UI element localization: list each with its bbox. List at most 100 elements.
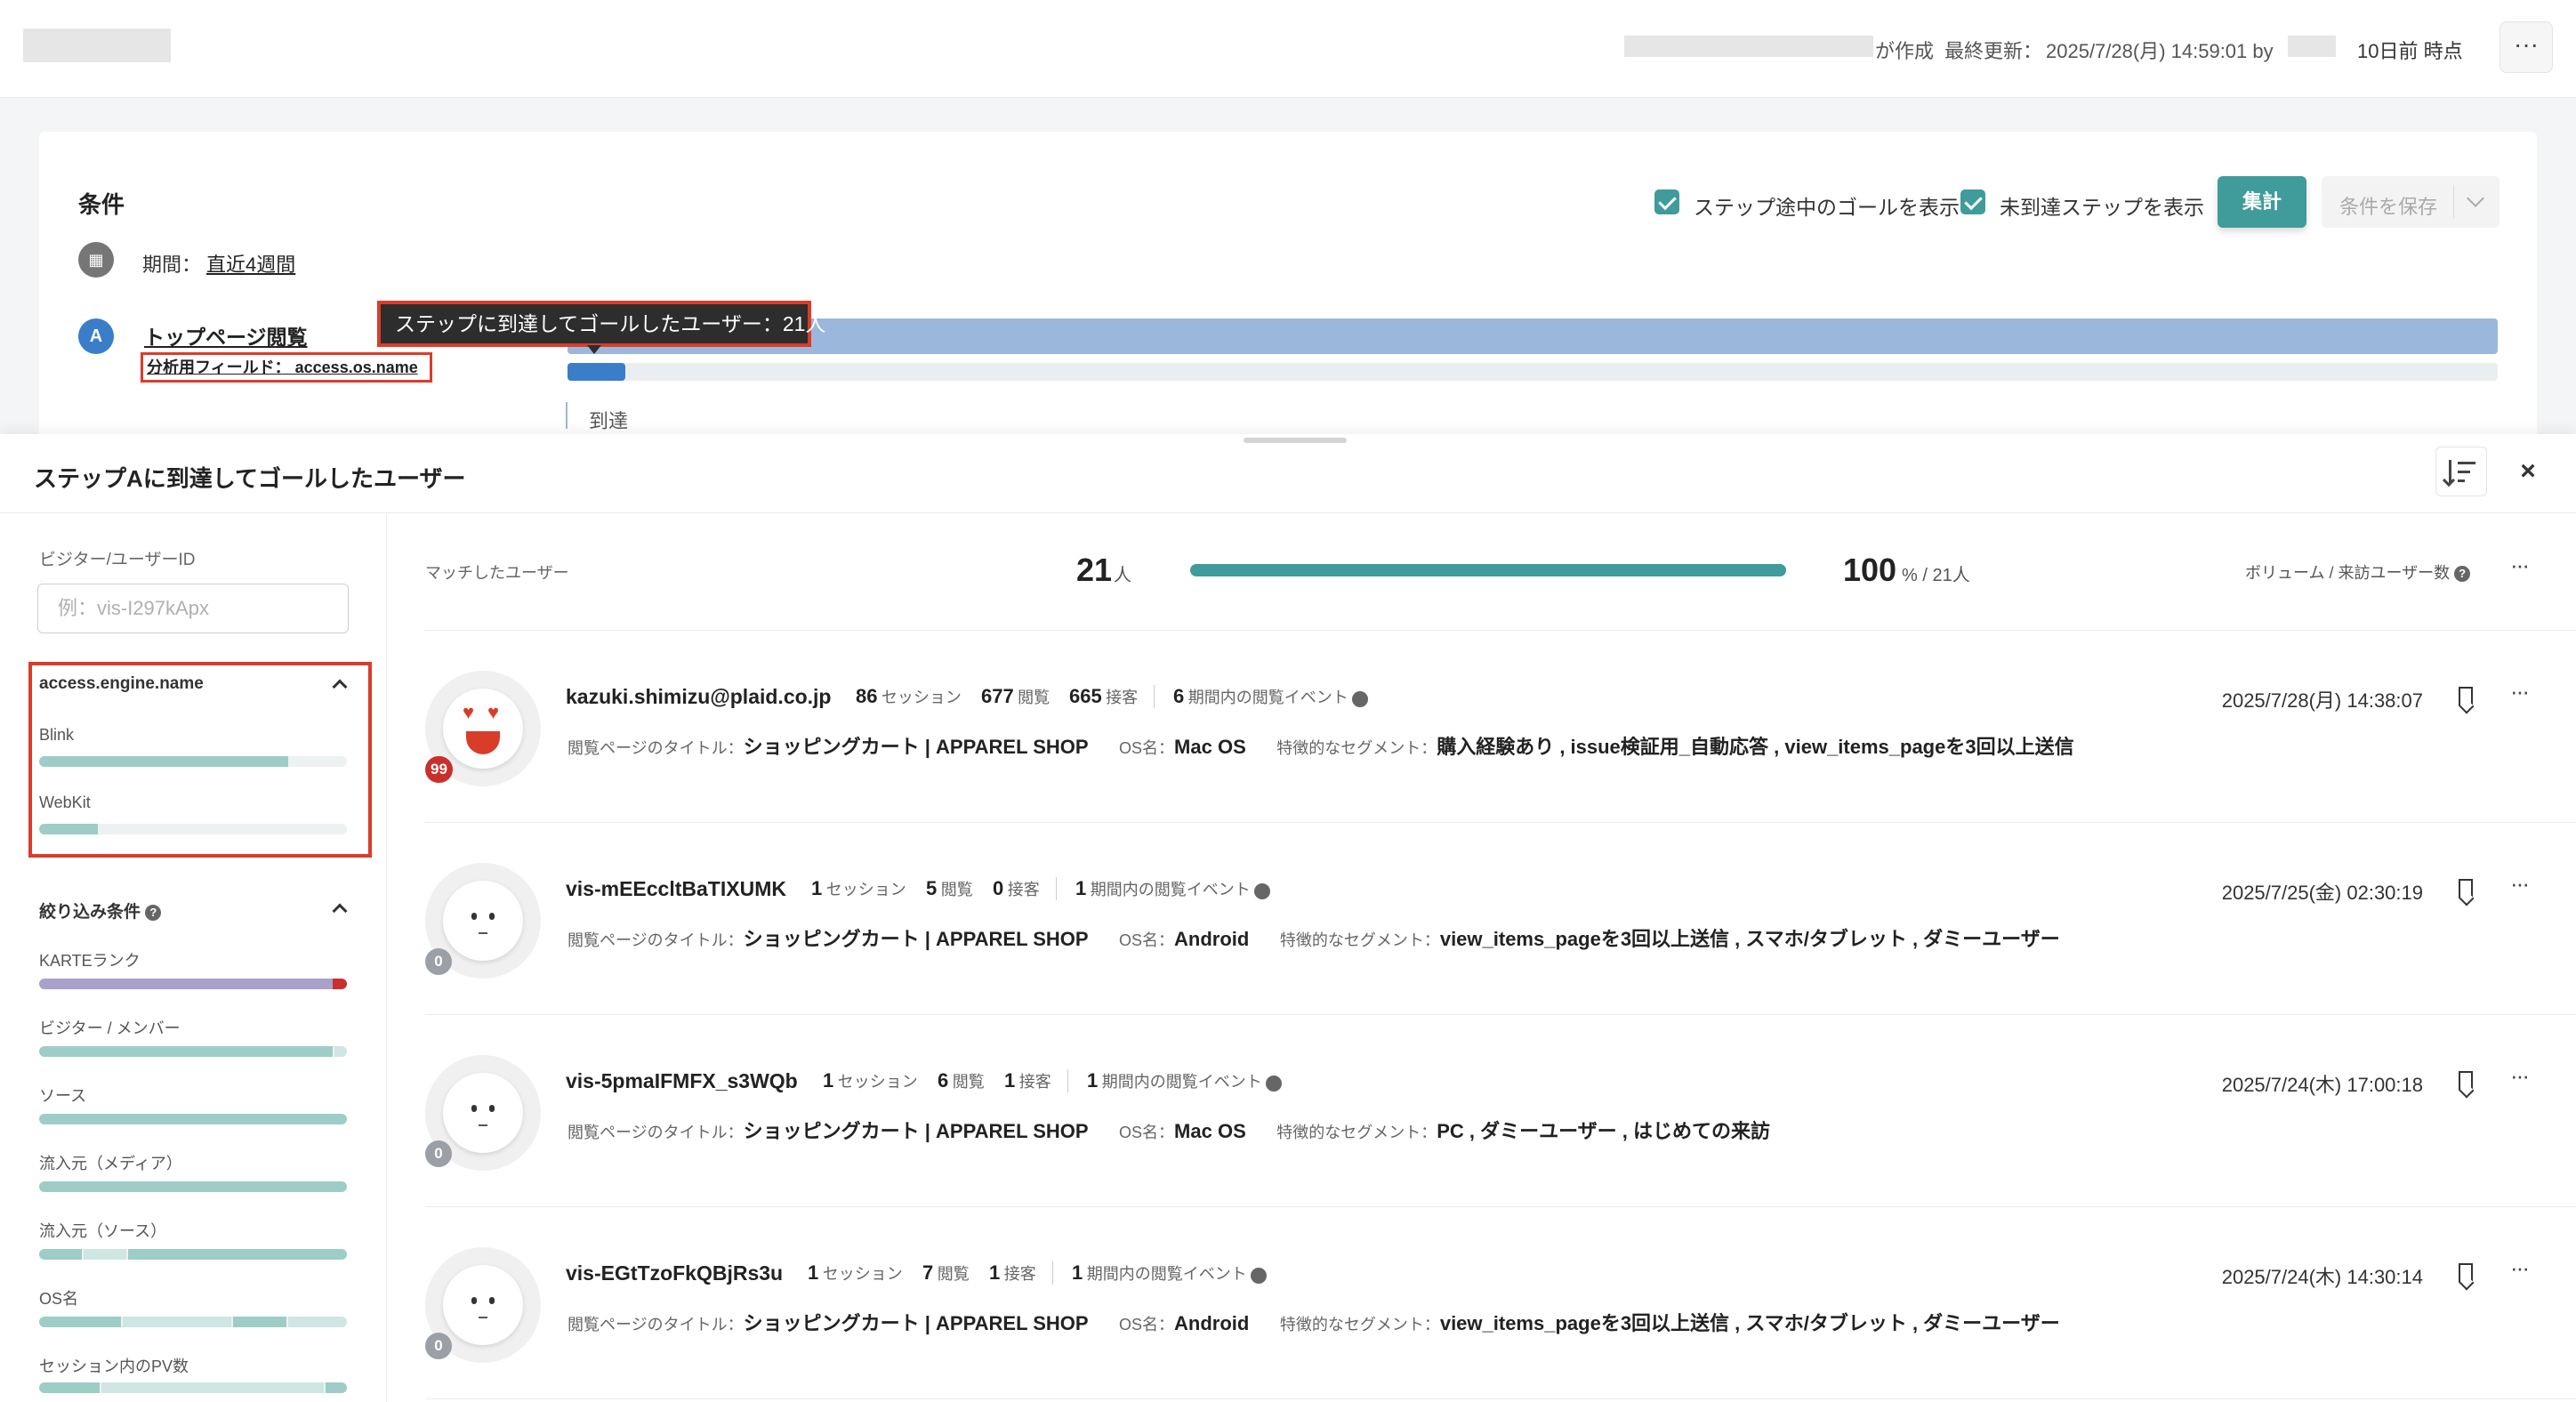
user-id-link[interactable]: kazuki.shimizu@plaid.co.jp — [566, 685, 831, 709]
filters-title-text: 絞り込み条件 — [39, 903, 141, 922]
matched-percent-unit: % / 21人 — [1902, 566, 1970, 585]
sort-button[interactable] — [2435, 447, 2487, 496]
summary-more-button[interactable]: ··· — [2510, 552, 2530, 579]
row-more-button[interactable]: ··· — [2510, 1254, 2530, 1282]
engine-item-fill — [39, 756, 288, 767]
ellipsis-icon: ··· — [2514, 30, 2539, 58]
avatar-face — [443, 1073, 523, 1153]
period-label: 期間： — [142, 254, 202, 276]
help-icon[interactable]: ? — [1352, 690, 1369, 707]
filter-item-label: 流入元（メディア） — [39, 1155, 182, 1172]
filter-bar-segment — [39, 1249, 82, 1260]
show-goals-checkbox[interactable] — [1654, 189, 1679, 214]
analysis-field-link[interactable]: 分析用フィールド： access.os.name — [141, 352, 432, 383]
user-details: 閲覧ページのタイトル：ショッピングカート | APPAREL SHOP OS名：… — [568, 736, 2074, 758]
filters-title: 絞り込み条件 ? — [39, 898, 162, 923]
bookmark-icon[interactable] — [2459, 879, 2473, 898]
filter-bar-segment — [39, 1181, 347, 1192]
help-icon[interactable]: ? — [2454, 566, 2471, 583]
eye-icon — [489, 1297, 495, 1304]
matched-users-unit: 人 — [1114, 566, 1131, 585]
last-visit-date: 2025/7/28(月) 14:38:07 — [2221, 689, 2423, 712]
sidebar-divider — [386, 513, 387, 1402]
user-id-link[interactable]: vis-mEEccltBaTIXUMK — [566, 877, 786, 901]
step-a-title-link[interactable]: トップページ閲覧 — [144, 320, 308, 350]
filter-item-bar[interactable] — [39, 1114, 347, 1124]
sort-line — [2458, 462, 2475, 464]
panel-drag-handle[interactable] — [1244, 438, 1347, 443]
rank-badge: 0 — [425, 1140, 452, 1167]
row-more-button[interactable]: ··· — [2510, 678, 2530, 705]
row-divider — [425, 630, 2576, 631]
avatar-face — [443, 1265, 523, 1345]
save-conditions-button[interactable]: 条件を保存 — [2322, 176, 2500, 228]
row-more-button[interactable]: ··· — [2510, 1062, 2530, 1090]
segment-value: 購入経験あり , issue検証用_自動応答 , view_items_page… — [1437, 736, 2074, 758]
session-stat: 1 セッション — [811, 877, 906, 899]
conditions-panel — [39, 132, 2537, 434]
filter-item-bar[interactable] — [39, 1249, 347, 1260]
filter-item-bar[interactable] — [39, 1382, 347, 1393]
close-button[interactable]: × — [2512, 454, 2544, 489]
bookmark-icon[interactable] — [2459, 1071, 2473, 1091]
engine-item-bar[interactable] — [39, 824, 347, 834]
segment-value: PC , ダミーユーザー , はじめての来訪 — [1437, 1120, 1770, 1142]
matched-users-count: 21 — [1076, 552, 1113, 588]
stat-divider — [1154, 685, 1155, 708]
avatar-face — [443, 881, 523, 961]
filter-item-bar[interactable] — [39, 979, 347, 989]
rank-badge: 0 — [425, 1333, 452, 1359]
as-of-text: 10日前 時点 — [2357, 40, 2463, 62]
step-reach-bar[interactable] — [568, 318, 2498, 354]
view-stat: 6 閲覧 — [938, 1069, 985, 1092]
filter-bar-segment — [39, 1114, 347, 1124]
filter-item-label: KARTEランク — [39, 952, 141, 970]
user-id-link[interactable]: vis-EGtTzoFkQBjRs3u — [566, 1261, 783, 1285]
help-icon[interactable]: ? — [1254, 882, 1271, 899]
engine-item-bar[interactable] — [39, 756, 347, 767]
show-goals-label: ステップ途中のゴールを表示 — [1694, 196, 1960, 219]
engine-filter-title: access.engine.name — [39, 674, 204, 693]
eye-icon — [471, 1297, 477, 1304]
filter-bar-segment — [39, 979, 333, 989]
visitor-id-input[interactable] — [37, 584, 349, 633]
sort-line — [2458, 471, 2470, 473]
contact-stat: 0 接客 — [993, 877, 1040, 899]
more-menu-button[interactable]: ··· — [2500, 21, 2553, 73]
rank-badge: 0 — [425, 948, 452, 975]
step-goal-bar-fill[interactable] — [568, 363, 625, 381]
bookmark-icon[interactable] — [2459, 1263, 2473, 1283]
save-button-divider — [2453, 185, 2454, 219]
period-events-stat: 1 期間内の閲覧イベント ? — [1072, 1261, 1268, 1285]
conditions-title: 条件 — [78, 191, 125, 218]
bookmark-icon[interactable] — [2459, 687, 2473, 706]
help-icon[interactable]: ? — [145, 904, 162, 921]
period-events-stat: 1 期間内の閲覧イベント ? — [1075, 877, 1271, 900]
filter-bar-segment — [39, 1046, 333, 1057]
filter-bar-segment — [326, 1382, 347, 1393]
panel-title: ステップAに到達してゴールしたユーザー — [34, 465, 466, 492]
last-updated-value: 2025/7/28(月) 14:59:01 by — [2046, 40, 2274, 62]
page-title-value: ショッピングカート | APPAREL SHOP — [743, 928, 1089, 950]
aggregate-button[interactable]: 集計 — [2218, 176, 2306, 228]
os-value: Mac OS — [1174, 736, 1246, 758]
row-divider — [425, 1398, 2576, 1399]
user-id-link[interactable]: vis-5pmaIFMFX_s3WQb — [566, 1069, 798, 1093]
row-divider — [425, 1206, 2576, 1207]
eye-icon — [489, 1105, 495, 1112]
chevron-down-icon[interactable] — [2467, 189, 2484, 207]
tooltip-arrow — [587, 345, 601, 354]
created-by-text: が作成 — [1875, 40, 1935, 62]
help-icon[interactable]: ? — [1251, 1267, 1268, 1284]
heart-eye-icon: ♥ — [463, 701, 475, 723]
eye-icon — [489, 913, 495, 920]
help-icon[interactable]: ? — [1266, 1075, 1283, 1092]
show-unreached-checkbox[interactable] — [1960, 189, 1985, 214]
period-value-link[interactable]: 直近4週間 — [206, 249, 295, 278]
filter-item-bar[interactable] — [39, 1181, 347, 1192]
filter-item-bar[interactable] — [39, 1317, 347, 1327]
row-more-button[interactable]: ··· — [2510, 870, 2530, 898]
filter-item-bar[interactable] — [39, 1046, 347, 1057]
last-visit-date: 2025/7/25(金) 02:30:19 — [2221, 882, 2423, 904]
page-title-value: ショッピングカート | APPAREL SHOP — [743, 736, 1089, 758]
